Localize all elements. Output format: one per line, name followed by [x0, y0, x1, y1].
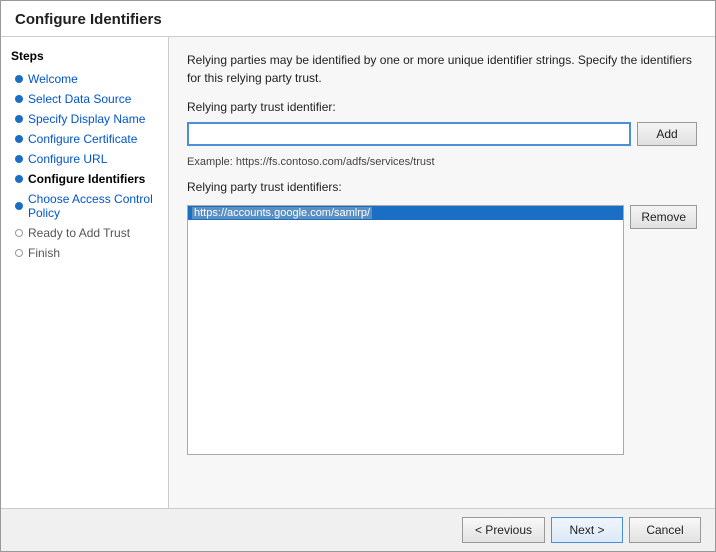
sidebar-item-welcome[interactable]: Welcome — [1, 69, 168, 89]
description-text: Relying parties may be identified by one… — [187, 51, 697, 87]
sidebar-item-specify-display-name[interactable]: Specify Display Name — [1, 109, 168, 129]
sidebar-label-finish: Finish — [28, 246, 60, 260]
dot-configure-url — [15, 155, 23, 163]
dialog-footer: < Previous Next > Cancel — [1, 508, 715, 551]
sidebar-item-choose-access-control[interactable]: Choose Access Control Policy — [1, 189, 168, 223]
sidebar-link-configure-url[interactable]: Configure URL — [28, 152, 107, 166]
configure-identifiers-dialog: Configure Identifiers Steps Welcome Sele… — [0, 0, 716, 552]
identifier-input-row: Add — [187, 122, 697, 146]
url-highlight: https://accounts.google.com/samlrp/ — [192, 207, 372, 219]
example-text: Example: https://fs.contoso.com/adfs/ser… — [187, 156, 697, 168]
sidebar: Steps Welcome Select Data Source Specify… — [1, 37, 169, 508]
identifier-list[interactable]: https://accounts.google.com/samlrp/ — [187, 205, 624, 455]
dot-ready-to-add-trust — [15, 229, 23, 237]
dot-welcome — [15, 75, 23, 83]
dot-configure-identifiers — [15, 175, 23, 183]
sidebar-item-configure-url[interactable]: Configure URL — [1, 149, 168, 169]
title-bar: Configure Identifiers — [1, 1, 715, 37]
sidebar-item-finish: Finish — [1, 243, 168, 263]
sidebar-label-ready-to-add-trust: Ready to Add Trust — [28, 226, 130, 240]
dot-select-data-source — [15, 95, 23, 103]
add-button[interactable]: Add — [637, 122, 697, 146]
next-button[interactable]: Next > — [551, 517, 623, 543]
dot-finish — [15, 249, 23, 257]
sidebar-link-specify-display-name[interactable]: Specify Display Name — [28, 112, 145, 126]
dialog-title: Configure Identifiers — [15, 11, 162, 28]
identifier-field-label: Relying party trust identifier: — [187, 99, 697, 114]
cancel-button[interactable]: Cancel — [629, 517, 701, 543]
sidebar-item-select-data-source[interactable]: Select Data Source — [1, 89, 168, 109]
remove-button[interactable]: Remove — [630, 205, 697, 229]
dialog-body: Steps Welcome Select Data Source Specify… — [1, 37, 715, 508]
identifier-input[interactable] — [187, 122, 631, 146]
sidebar-link-choose-access-control[interactable]: Choose Access Control Policy — [28, 192, 158, 220]
identifiers-list-label: Relying party trust identifiers: — [187, 180, 697, 194]
sidebar-item-ready-to-add-trust: Ready to Add Trust — [1, 223, 168, 243]
sidebar-item-configure-certificate[interactable]: Configure Certificate — [1, 129, 168, 149]
sidebar-link-welcome[interactable]: Welcome — [28, 72, 78, 86]
dot-specify-display-name — [15, 115, 23, 123]
dot-configure-certificate — [15, 135, 23, 143]
previous-button[interactable]: < Previous — [462, 517, 545, 543]
dot-choose-access-control — [15, 202, 23, 210]
list-item[interactable]: https://accounts.google.com/samlrp/ — [188, 206, 623, 220]
main-content: Relying parties may be identified by one… — [169, 37, 715, 508]
steps-label: Steps — [1, 45, 168, 69]
field-label-identifier: Relying party trust identifier: — [187, 100, 336, 114]
sidebar-item-configure-identifiers: Configure Identifiers — [1, 169, 168, 189]
sidebar-label-configure-identifiers: Configure Identifiers — [28, 172, 145, 186]
identifiers-list-row: https://accounts.google.com/samlrp/ Remo… — [187, 205, 697, 455]
sidebar-link-configure-certificate[interactable]: Configure Certificate — [28, 132, 137, 146]
sidebar-link-select-data-source[interactable]: Select Data Source — [28, 92, 131, 106]
